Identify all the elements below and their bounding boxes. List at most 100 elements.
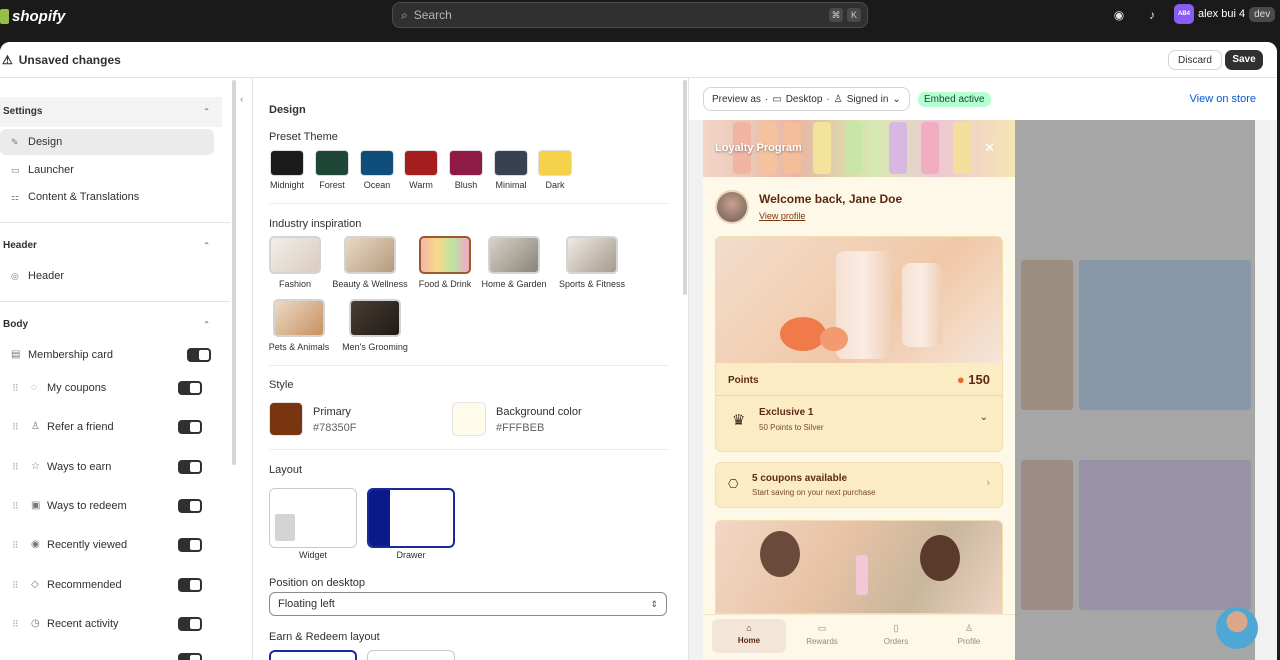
preset-swatch-midnight[interactable] [270,150,304,176]
nav-label: Rewards [806,637,838,646]
section-settings[interactable]: Settings ⌃ [0,97,222,127]
preset-swatch-warm[interactable] [404,150,438,176]
person-hair [920,535,960,581]
assistant-icon[interactable]: ◉ [1112,8,1126,22]
preset-swatch-ocean[interactable] [360,150,394,176]
section-body[interactable]: Body ⌃ [0,310,222,340]
industry-fashion[interactable] [269,236,321,274]
coupons-card[interactable]: ⎔ 5 coupons available Start saving on yo… [715,462,1003,508]
ways-to-earn-toggle[interactable] [178,460,202,474]
recommended-toggle[interactable] [178,578,202,592]
nav-profile[interactable]: ♙ Profile [932,619,1006,653]
drag-handle-icon[interactable]: ⠿ [12,373,19,403]
layout-widget-option[interactable] [269,488,357,548]
preview-as-label: Preview as [712,93,761,105]
my-coupons-toggle[interactable] [178,381,202,395]
save-button[interactable]: Save [1225,50,1263,70]
primary-hex: #78350F [313,422,357,434]
save-bar: ⚠ Unsaved changes Discard Save [0,42,1277,78]
primary-color-swatch[interactable] [269,402,303,436]
membership-card-toggle[interactable] [187,348,211,362]
preview-toolbar: Preview as · ▭ Desktop · ♙ Signed in ⌄ Embed … [689,78,1277,120]
preset-swatch-dark[interactable] [538,150,572,176]
preset-label: Dark [545,180,565,190]
industry-food-drink[interactable] [419,236,471,274]
industry-home-garden[interactable] [488,236,540,274]
item-label: Ways to redeem [47,500,127,512]
body-item-membership-card: ▤ Membership card [0,340,214,370]
grapefruit-slice [780,317,826,351]
promo-image-card [715,520,1003,614]
industry-pets-animals[interactable] [273,299,325,337]
preview-controls[interactable]: Preview as · ▭ Desktop · ♙ Signed in ⌄ [703,87,910,111]
body-item-my-coupons: ⠿ ◌ My coupons [0,373,214,403]
nav-header[interactable]: ◎ Header [0,263,214,289]
ways-to-redeem-toggle[interactable] [178,499,202,513]
nav-home[interactable]: ⌂ Home [712,619,786,653]
banner-can [813,122,831,174]
chevron-down-icon[interactable]: ⌄ [980,412,988,423]
drag-handle-icon[interactable]: ⠿ [12,412,19,442]
search-bar[interactable]: ⌕ Search ⌘ K [392,2,868,28]
discard-button[interactable]: Discard [1168,50,1222,70]
earn-layout-option-1[interactable] [269,650,357,660]
preset-swatch-blush[interactable] [449,150,483,176]
drag-handle-icon[interactable]: ⠿ [12,530,19,560]
banner-can [845,122,863,174]
drink-can [856,555,868,595]
refer-a-friend-toggle[interactable] [178,420,202,434]
shopify-logo[interactable]: shopify [0,8,65,25]
drag-handle-icon[interactable]: ⠿ [12,570,19,600]
preset-label: Warm [409,180,433,190]
drawer-preview [369,490,390,546]
collapse-sidebar-icon[interactable]: ‹ [240,94,243,105]
nav-label: Launcher [28,164,74,176]
panel-scrollbar[interactable] [683,80,687,295]
chevron-up-icon: ⌃ [203,107,210,116]
view-profile-link[interactable]: View profile [759,211,805,221]
notification-bell-icon[interactable]: ♪ [1145,8,1159,22]
section-header[interactable]: Header ⌃ [0,231,222,261]
position-select[interactable]: Floating left ⇕ [269,592,667,616]
sidebar-scrollbar[interactable] [232,80,236,465]
background-color-swatch[interactable] [452,402,486,436]
industry-mens-grooming[interactable] [349,299,401,337]
close-icon[interactable]: ✕ [984,140,995,156]
profile-avatar [715,190,749,224]
divider [269,449,669,450]
preset-swatch-forest[interactable] [315,150,349,176]
nav-label: Orders [883,637,909,646]
coupons-title: 5 coupons available [752,473,848,484]
account-menu[interactable]: AB4 alex bui 4 dev [1174,4,1276,24]
drag-handle-icon[interactable]: ⠿ [12,452,19,482]
drag-handle-icon[interactable]: ⠿ [12,609,19,639]
palette-icon: ✎ [11,137,19,147]
industry-beauty-wellness[interactable] [344,236,396,274]
industry-sports-fitness[interactable] [566,236,618,274]
layout-drawer-option[interactable] [367,488,455,548]
recently-viewed-toggle[interactable] [178,538,202,552]
earn-layout-option-2[interactable] [367,650,455,660]
drag-handle-icon[interactable]: ⠿ [12,491,19,521]
star-icon: ☆ [31,461,40,472]
preset-swatch-minimal[interactable] [494,150,528,176]
industry-label: Sports & Fitness [558,279,626,289]
recent-activity-toggle[interactable] [178,617,202,631]
translate-icon: ⚏ [11,192,20,202]
chevron-right-icon: › [986,477,990,489]
product-tile [1021,460,1073,610]
desktop-icon: ▭ [772,93,782,105]
support-chat-avatar[interactable] [1216,607,1258,649]
user-avatar: AB4 [1174,4,1194,24]
nav-content-translations[interactable]: ⚏ Content & Translations [0,184,214,210]
nav-label: Profile [957,637,981,646]
position-value: Floating left [278,598,335,610]
chevron-up-icon: ⌃ [203,320,210,329]
partial-toggle[interactable] [178,653,202,660]
nav-design[interactable]: ✎ Design [0,129,214,155]
view-on-store-link[interactable]: View on store [1190,93,1256,105]
nav-launcher[interactable]: ▭ Launcher [0,157,214,183]
nav-orders[interactable]: ▯ Orders [859,619,933,653]
nav-rewards[interactable]: ▭ Rewards [785,619,859,653]
points-number: 150 [968,372,990,387]
